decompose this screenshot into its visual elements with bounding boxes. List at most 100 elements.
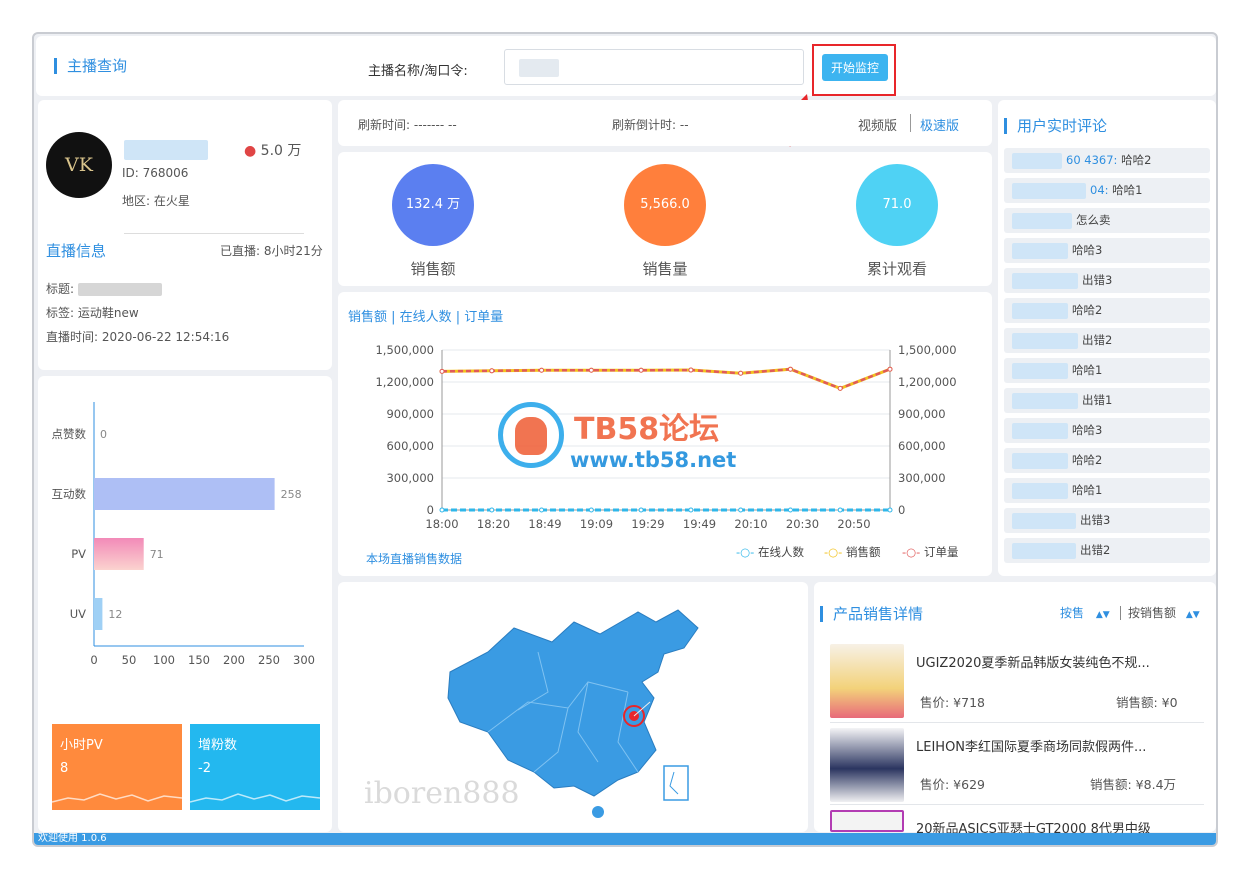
series-point — [787, 366, 793, 372]
category-label: 点赞数 — [52, 427, 87, 441]
comment-item: 04: 哈哈1 — [1004, 178, 1210, 203]
sort-by-sales[interactable]: 按售 ▲▼ — [1060, 604, 1110, 621]
stats-card: 132.4 万 销售额 5,566.0 销售量 71.0 累计观看 — [338, 152, 992, 286]
bar-value-label: 71 — [150, 548, 164, 561]
legend-sales[interactable]: -○- 销售额 — [824, 544, 881, 560]
total-views-circle: 71.0 — [856, 164, 938, 246]
start-monitor-button[interactable]: 开始监控 — [822, 54, 889, 81]
hand-icon — [515, 417, 547, 455]
comment-text: 哈哈1 — [1112, 183, 1143, 197]
series-point — [539, 507, 545, 513]
blurred-input-text — [519, 59, 559, 77]
product-thumbnail — [830, 644, 904, 718]
sort-divider — [1120, 606, 1121, 620]
product-name: UGIZ2020夏季新品韩版女装纯色不规... — [916, 656, 1150, 671]
x-tick-label: 19:29 — [631, 517, 664, 531]
comment-text: 出错1 — [1082, 393, 1113, 407]
series-point — [588, 367, 594, 373]
tile-hourly-pv-label: 小时PV — [60, 738, 103, 753]
comment-item: 出错1 — [1004, 388, 1210, 413]
category-label: 互动数 — [52, 487, 87, 501]
y-tick-label-left: 600,000 — [386, 439, 434, 453]
fast-mode-link[interactable]: 极速版 — [920, 115, 959, 134]
x-tick-label: 20:30 — [786, 517, 819, 531]
series-point — [887, 366, 893, 372]
product-divider — [830, 804, 1204, 805]
series-point — [588, 507, 594, 513]
tile-hourly-pv: 小时PV 8 — [52, 724, 182, 810]
blurred-anchor-name — [124, 140, 208, 160]
x-tick-label: 20:50 — [837, 517, 870, 531]
live-title: 标题: — [46, 280, 162, 297]
comments-panel: 用户实时评论 60 4367: 哈哈2 04: 哈哈1 怎么卖 哈哈3 出错3 哈哈2 出错… — [998, 100, 1216, 576]
series-point — [688, 367, 694, 373]
bar-value-label: 12 — [108, 608, 122, 621]
live-info-title: 直播信息 — [46, 242, 107, 260]
product-thumbnail — [830, 810, 904, 832]
series-point — [787, 507, 793, 513]
blurred-username — [1012, 272, 1078, 289]
product-price: 售价: ¥629 — [920, 777, 985, 792]
comment-user: 60 4367: — [1066, 153, 1122, 167]
y-tick-label-left: 300,000 — [386, 471, 434, 485]
series-point — [638, 507, 644, 513]
interaction-card: 0 50 100 150 200 250 300 点赞数 0 互动数 258 PV 71 UV 12 小时P… — [38, 376, 332, 832]
y-tick-label-right: 0 — [898, 503, 905, 517]
comment-text: 哈哈3 — [1072, 243, 1103, 257]
live-time: 直播时间: 2020-06-22 12:54:16 — [46, 330, 230, 344]
live-sales-data-link[interactable]: 本场直播销售数据 — [366, 550, 462, 567]
y-tick-label-right: 300,000 — [898, 471, 946, 485]
divider — [124, 233, 304, 234]
blurred-live-title — [77, 283, 162, 296]
comment-item: 出错3 — [1004, 268, 1210, 293]
live-title-label: 标题: — [46, 282, 75, 296]
legend-orders[interactable]: -○- 订单量 — [902, 544, 959, 560]
refresh-countdown: 刷新倒计时: -- — [612, 118, 689, 132]
series-point — [489, 507, 495, 513]
anchor-search-input[interactable] — [504, 49, 804, 85]
user-icon: ● — [244, 143, 257, 159]
series-point — [837, 507, 843, 513]
version-text: 欢迎使用 1.0.6 — [38, 833, 107, 844]
blurred-username — [1012, 392, 1078, 409]
series-point — [738, 507, 744, 513]
bar-value-label: 0 — [100, 428, 107, 441]
sort-by-amount[interactable]: 按销售额 ▲▼ — [1128, 604, 1200, 621]
blurred-username — [1012, 512, 1076, 529]
blurred-username — [1012, 332, 1078, 349]
sort-arrows-icon: ▲▼ — [1095, 610, 1110, 620]
legend-marker-online: -○- — [736, 545, 755, 559]
y-tick-label-right: 600,000 — [898, 439, 946, 453]
bottom-watermark: iboren888 — [364, 776, 520, 811]
sales-volume-label: 销售量 — [642, 260, 688, 278]
bar — [94, 538, 144, 570]
main-chart-card: 销售额 | 在线人数 | 订单量 1,500,000 1,500,000 1,200… — [338, 292, 992, 576]
comment-text: 哈哈1 — [1072, 363, 1103, 377]
legend-marker-orders: -○- — [902, 545, 921, 559]
product-sales-panel: 产品销售详情 按售 ▲▼ 按销售额 ▲▼ UGIZ2020夏季新品韩版女装纯色不… — [814, 582, 1216, 837]
comment-text: 出错3 — [1082, 273, 1113, 287]
tile-fans-gain-value: -2 — [198, 761, 211, 776]
comment-text: 怎么卖 — [1076, 213, 1111, 227]
series-point — [439, 507, 445, 513]
series-point — [738, 370, 744, 376]
legend-online-users[interactable]: -○- 在线人数 — [736, 544, 804, 560]
series-point — [539, 367, 545, 373]
blurred-username — [1012, 422, 1068, 439]
sparkline-decoration — [190, 793, 320, 803]
legend-sales-label: 销售额 — [846, 545, 881, 559]
sales-volume-circle: 5,566.0 — [624, 164, 706, 246]
comment-text: 出错2 — [1080, 543, 1111, 557]
y-tick-label-right: 1,500,000 — [898, 343, 957, 357]
comment-text: 哈哈2 — [1072, 303, 1103, 317]
y-tick-label-right: 1,200,000 — [898, 375, 957, 389]
x-tick-label: 250 — [258, 653, 280, 667]
y-tick-label-right: 900,000 — [898, 407, 946, 421]
series-point — [638, 367, 644, 373]
video-mode-link[interactable]: 视频版 — [858, 115, 897, 134]
x-tick-label: 0 — [90, 653, 97, 667]
live-tag: 标签: 运动鞋new — [46, 306, 139, 320]
mode-divider — [910, 114, 911, 132]
watermark-title: TB58论坛 — [574, 412, 720, 447]
product-name: LEIHON李红国际夏季商场同款假两件... — [916, 740, 1147, 755]
